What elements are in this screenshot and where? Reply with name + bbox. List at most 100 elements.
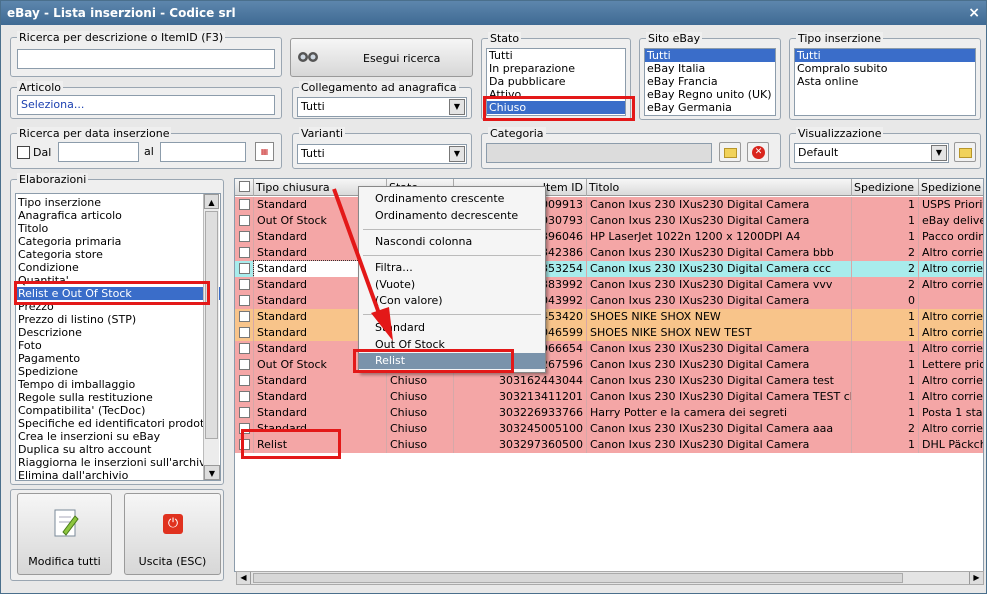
menu-sort-ascending[interactable]: Ordinamento crescente	[359, 191, 545, 207]
chevron-down-icon[interactable]: ▼	[449, 146, 465, 162]
elaborazioni-item[interactable]: Pagamento	[16, 352, 220, 365]
tipo-option-item[interactable]: Tutti	[795, 49, 975, 62]
table-row[interactable]: Standard Chiuso 303226933766 Harry Potter e…	[235, 405, 983, 421]
row-checkbox[interactable]	[239, 279, 250, 290]
scroll-thumb[interactable]	[205, 211, 218, 439]
row-checkbox[interactable]	[239, 439, 250, 450]
articolo-input[interactable]: Seleziona...	[17, 95, 275, 115]
row-checkbox[interactable]	[239, 231, 250, 242]
execute-search-button[interactable]: Esegui ricerca	[290, 38, 473, 77]
elaborazioni-item[interactable]: Descrizione	[16, 326, 220, 339]
row-checkbox[interactable]	[239, 407, 250, 418]
stato-option-item[interactable]: Da pubblicare	[487, 75, 625, 88]
row-checkbox[interactable]	[239, 247, 250, 258]
categoria-input[interactable]	[486, 143, 712, 163]
elaborazioni-item[interactable]: Tipo inserzione	[16, 196, 220, 209]
elaborazioni-item[interactable]: Elimina dall'archivio	[16, 469, 220, 480]
stato-option-item[interactable]: In preparazione	[487, 62, 625, 75]
elaborazioni-item[interactable]: Categoria primaria	[16, 235, 220, 248]
modifica-tutti-button[interactable]: Modifica tutti	[17, 493, 112, 575]
menu-hide-column[interactable]: Nascondi colonna	[359, 234, 545, 250]
menu-filter[interactable]: Filtra...	[359, 260, 545, 276]
uscita-button[interactable]: ⏻ Uscita (ESC)	[124, 493, 221, 575]
table-row[interactable]: Standard 396046 HP LaserJet 1022n 1200 x 1…	[235, 229, 983, 245]
table-row[interactable]: Standard 046599 SHOES NIKE SHOX NEW TEST 1 A…	[235, 325, 983, 341]
chevron-down-icon[interactable]: ▼	[931, 145, 947, 161]
horizontal-scrollbar[interactable]: ◀ ▶	[236, 571, 984, 585]
elaborazioni-item[interactable]: Quantita'	[16, 274, 220, 287]
elaborazioni-item[interactable]: Spedizione	[16, 365, 220, 378]
folder-icon[interactable]	[719, 142, 741, 162]
table-row[interactable]: Standard 342386 Canon Ixus 230 IXus230 Dig…	[235, 245, 983, 261]
row-checkbox[interactable]	[239, 391, 250, 402]
sito-option-item[interactable]: eBay Germania	[645, 101, 775, 114]
elaborazioni-item[interactable]: Prezzo	[16, 300, 220, 313]
sito-list[interactable]: Tutti eBay Italia eBay Francia eBay Regno u…	[644, 48, 776, 116]
table-row[interactable]: Standard 009913 Canon Ixus 230 IXus230 Dig…	[235, 197, 983, 213]
table-row[interactable]: Out Of Stock 030793 Canon Ixus 230 IXus230…	[235, 213, 983, 229]
row-checkbox[interactable]	[239, 327, 250, 338]
header-checkbox[interactable]	[239, 181, 250, 192]
calendar-icon[interactable]: ▦	[255, 142, 274, 161]
row-checkbox[interactable]	[239, 343, 250, 354]
table-row[interactable]: Standard 353254 Canon Ixus 230 IXus230 Dig…	[235, 260, 983, 278]
row-checkbox[interactable]	[239, 359, 250, 370]
header-titolo[interactable]: Titolo	[587, 179, 852, 196]
collegamento-select[interactable]: Tutti ▼	[297, 97, 467, 117]
elaborazioni-item[interactable]: Crea le inserzioni su eBay	[16, 430, 220, 443]
elaborazioni-item[interactable]: Compatibilita' (TecDoc)	[16, 404, 220, 417]
scroll-right-icon[interactable]: ▶	[969, 572, 983, 584]
scroll-left-icon[interactable]: ◀	[237, 572, 251, 584]
date-to-input[interactable]	[160, 142, 246, 162]
row-checkbox[interactable]	[239, 423, 250, 434]
listings-grid[interactable]: Tipo chiusura Stato Item ID Titolo Spedi…	[234, 178, 984, 572]
stato-option-item[interactable]: Chiuso	[487, 101, 625, 114]
row-checkbox[interactable]	[239, 375, 250, 386]
row-checkbox[interactable]	[239, 215, 250, 226]
menu-filter-out-of-stock[interactable]: Out Of Stock	[359, 337, 545, 353]
header-spedizione-servizio[interactable]: Spedizione	[919, 179, 983, 196]
table-row[interactable]: Standard Chiuso 303245005100 Canon Ixus 230…	[235, 421, 983, 437]
sito-option-item[interactable]: eBay Regno unito (UK)	[645, 88, 775, 101]
header-spedizione[interactable]: Spedizione	[852, 179, 919, 196]
elaborazioni-item[interactable]: Anagrafica articolo	[16, 209, 220, 222]
folder-icon[interactable]	[954, 142, 976, 162]
menu-filter-with-value[interactable]: (Con valore)	[359, 293, 545, 309]
menu-sort-descending[interactable]: Ordinamento decrescente	[359, 208, 545, 224]
sito-option-item[interactable]: Tutti	[645, 49, 775, 62]
elaborazioni-list[interactable]: Tipo inserzione Anagrafica articolo Titolo…	[15, 193, 221, 481]
dal-checkbox[interactable]	[17, 146, 30, 159]
table-row[interactable]: Standard 453420 SHOES NIKE SHOX NEW 1 Altro …	[235, 309, 983, 325]
table-row[interactable]: Standard 043992 Canon Ixus 230 IXus230 Dig…	[235, 293, 983, 309]
scroll-down-icon[interactable]: ▼	[204, 465, 220, 480]
elaborazioni-item[interactable]: Duplica su altro account	[16, 443, 220, 456]
search-input[interactable]	[17, 49, 275, 69]
table-row[interactable]: Standard 966654 Canon Ixus 230 IXus230 Dig…	[235, 341, 983, 357]
date-from-input[interactable]	[58, 142, 139, 162]
table-row[interactable]: Relist Chiuso 303297360500 Canon Ixus 230 I…	[235, 437, 983, 453]
tipo-option-item[interactable]: Asta online	[795, 75, 975, 88]
elaborazioni-item[interactable]: Relist e Out Of Stock	[16, 287, 220, 300]
varianti-select[interactable]: Tutti ▼	[297, 144, 467, 164]
stato-list[interactable]: Tutti In preparazione Da pubblicare Attivo C…	[486, 48, 626, 116]
stato-option-item[interactable]: Attivo	[487, 88, 625, 101]
stato-option-item[interactable]: Tutti	[487, 49, 625, 62]
scroll-up-icon[interactable]: ▲	[204, 194, 219, 209]
elaborazioni-item[interactable]: Categoria store	[16, 248, 220, 261]
elaborazioni-item[interactable]: Tempo di imballaggio	[16, 378, 220, 391]
scroll-thumb[interactable]	[253, 573, 903, 583]
elaborazioni-item[interactable]: Prezzo di listino (STP)	[16, 313, 220, 326]
elaborazioni-item[interactable]: Foto	[16, 339, 220, 352]
elaborazioni-scrollbar[interactable]: ▲ ▼	[203, 194, 220, 480]
menu-filter-empty[interactable]: (Vuote)	[359, 277, 545, 293]
elaborazioni-item[interactable]: Condizione	[16, 261, 220, 274]
sito-option-item[interactable]: eBay Francia	[645, 75, 775, 88]
elaborazioni-item[interactable]: Regole sulla restituzione	[16, 391, 220, 404]
row-checkbox[interactable]	[239, 311, 250, 322]
elaborazioni-item[interactable]: Riaggiorna le inserzioni sull'archivio	[16, 456, 220, 469]
tipo-option-item[interactable]: Compralo subito	[795, 62, 975, 75]
table-row[interactable]: Standard Chiuso 303162443044 Canon Ixus 230…	[235, 373, 983, 389]
table-row[interactable]: Standard 383992 Canon Ixus 230 IXus230 Dig…	[235, 277, 983, 293]
chevron-down-icon[interactable]: ▼	[449, 99, 465, 115]
close-icon[interactable]: ×	[968, 1, 980, 25]
